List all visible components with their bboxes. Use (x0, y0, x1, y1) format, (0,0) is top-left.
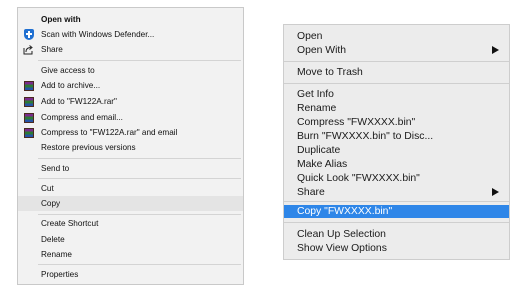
menu-item-label: Compress to "FW122A.rar" and email (41, 128, 178, 137)
menu-item-label: Share (41, 45, 63, 54)
winrar-icon (23, 127, 34, 138)
menu-item-label: Show View Options (297, 242, 387, 254)
menu-item-open-with[interactable]: Open with (18, 12, 243, 27)
menu-item-label: Open with (41, 15, 81, 24)
menu-separator (284, 83, 509, 84)
menu-item-label: Add to archive... (41, 81, 101, 90)
menu-item-label: Clean Up Selection (297, 228, 386, 240)
menu-separator (38, 178, 241, 179)
menu-item-restore-versions[interactable]: Restore previous versions (18, 140, 243, 155)
menu-item-label: Copy "FWXXXX.bin" (297, 206, 393, 217)
menu-item-label: Get Info (297, 88, 334, 100)
menu-item-burn-to-disc[interactable]: Burn "FWXXXX.bin" to Disc... (284, 129, 509, 143)
share-icon (23, 44, 34, 55)
menu-item-compress-to-rar-email[interactable]: Compress to "FW122A.rar" and email (18, 125, 243, 140)
menu-separator (38, 264, 241, 265)
menu-item-label: Send to (41, 164, 70, 173)
menu-item-label: Cut (41, 184, 54, 193)
menu-item-compress-email[interactable]: Compress and email... (18, 110, 243, 125)
menu-item-add-to-rar[interactable]: Add to "FW122A.rar" (18, 94, 243, 109)
menu-item-share[interactable]: Share (284, 185, 509, 199)
menu-item-label: Share (297, 186, 325, 198)
menu-item-label: Delete (41, 235, 65, 244)
shield-icon (23, 29, 34, 40)
menu-item-open-with[interactable]: Open With (284, 43, 509, 57)
menu-item-label: Properties (41, 270, 79, 279)
menu-item-scan-defender[interactable]: Scan with Windows Defender... (18, 27, 243, 42)
menu-separator (284, 222, 509, 223)
menu-separator (38, 214, 241, 215)
menu-item-label: Move to Trash (297, 66, 363, 78)
menu-item-share[interactable]: Share (18, 42, 243, 57)
menu-item-delete[interactable]: Delete (18, 232, 243, 247)
menu-item-label: Open With (297, 44, 347, 56)
menu-item-label: Scan with Windows Defender... (41, 30, 155, 39)
menu-item-label: Open (297, 30, 323, 42)
menu-item-open[interactable]: Open (284, 29, 509, 43)
menu-separator (284, 201, 509, 202)
menu-separator (38, 158, 241, 159)
menu-separator (284, 61, 509, 62)
mac-context-menu: Open Open With Move to Trash Get Info Re… (283, 24, 510, 260)
winrar-icon (23, 80, 34, 91)
menu-item-move-to-trash[interactable]: Move to Trash (284, 65, 509, 79)
menu-item-clean-up-selection[interactable]: Clean Up Selection (284, 227, 509, 241)
menu-item-compress[interactable]: Compress "FWXXXX.bin" (284, 115, 509, 129)
menu-item-label: Duplicate (297, 144, 341, 156)
menu-item-cut[interactable]: Cut (18, 181, 243, 196)
menu-item-rename[interactable]: Rename (284, 101, 509, 115)
menu-item-copy[interactable]: Copy (18, 196, 243, 211)
menu-item-rename[interactable]: Rename (18, 247, 243, 262)
submenu-arrow-icon (492, 46, 499, 54)
menu-item-label: Compress "FWXXXX.bin" (297, 116, 416, 128)
menu-item-label: Quick Look "FWXXXX.bin" (297, 172, 420, 184)
menu-item-show-view-options[interactable]: Show View Options (284, 241, 509, 255)
menu-item-label: Restore previous versions (41, 143, 136, 152)
winrar-icon (23, 96, 34, 107)
menu-item-copy[interactable]: Copy "FWXXXX.bin" (284, 205, 509, 218)
menu-separator (38, 60, 241, 61)
menu-item-label: Copy (41, 199, 61, 208)
menu-item-label: Add to "FW122A.rar" (41, 97, 117, 106)
menu-item-label: Rename (297, 102, 337, 114)
menu-item-label: Compress and email... (41, 113, 123, 122)
menu-item-create-shortcut[interactable]: Create Shortcut (18, 216, 243, 231)
menu-item-label: Give access to (41, 66, 95, 75)
menu-item-quick-look[interactable]: Quick Look "FWXXXX.bin" (284, 171, 509, 185)
menu-item-get-info[interactable]: Get Info (284, 87, 509, 101)
menu-item-duplicate[interactable]: Duplicate (284, 143, 509, 157)
menu-item-label: Burn "FWXXXX.bin" to Disc... (297, 130, 434, 142)
menu-item-send-to[interactable]: Send to (18, 161, 243, 176)
menu-item-label: Create Shortcut (41, 219, 99, 228)
winrar-icon (23, 112, 34, 123)
menu-item-label: Make Alias (297, 158, 348, 170)
menu-item-label: Rename (41, 250, 72, 259)
menu-item-give-access[interactable]: Give access to (18, 63, 243, 78)
windows-context-menu: Open with Scan with Windows Defender... … (17, 7, 244, 285)
menu-item-properties[interactable]: Properties (18, 267, 243, 282)
submenu-arrow-icon (492, 188, 499, 196)
menu-item-make-alias[interactable]: Make Alias (284, 157, 509, 171)
menu-item-add-to-archive[interactable]: Add to archive... (18, 78, 243, 93)
